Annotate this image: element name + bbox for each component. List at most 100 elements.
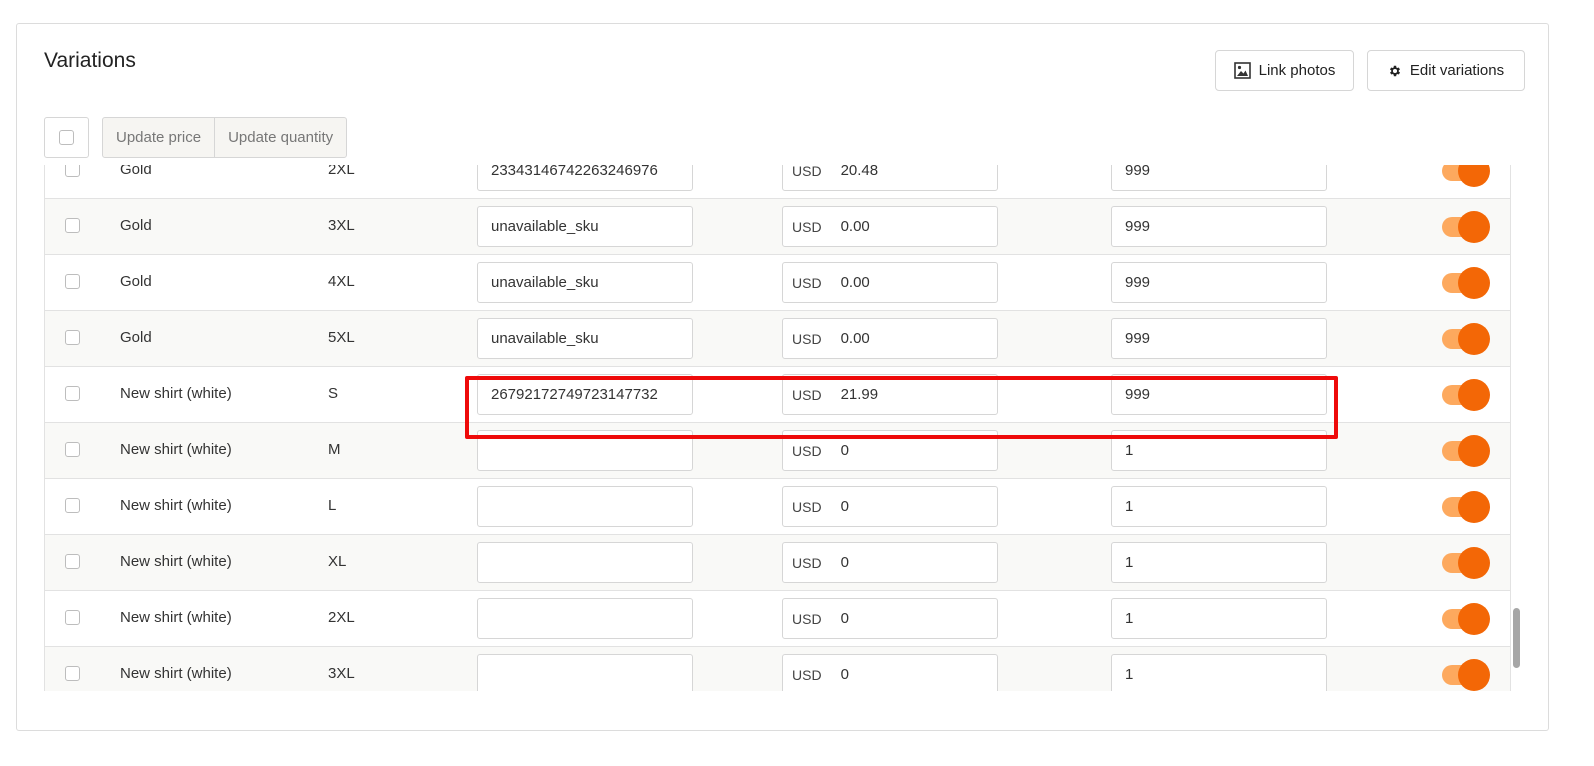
variation-name: Gold (120, 273, 152, 290)
visibility-toggle[interactable] (1442, 211, 1490, 243)
visibility-toggle[interactable] (1442, 435, 1490, 467)
link-photos-label: Link photos (1258, 62, 1336, 79)
link-photos-button[interactable]: Link photos (1215, 50, 1354, 91)
price-input[interactable]: USD 21.99 (782, 374, 998, 415)
sku-input[interactable]: 26792172749723147732 (477, 374, 693, 415)
visibility-toggle[interactable] (1442, 491, 1490, 523)
price-value: 0 (840, 666, 849, 683)
quantity-input[interactable]: 1 (1111, 486, 1327, 527)
variation-name: New shirt (white) (120, 609, 232, 626)
quantity-value: 999 (1125, 274, 1151, 291)
price-input[interactable]: USD 0 (782, 598, 998, 639)
sku-input[interactable] (477, 486, 693, 527)
quantity-input[interactable]: 999 (1111, 206, 1327, 247)
visibility-toggle[interactable] (1442, 165, 1490, 187)
visibility-toggle[interactable] (1442, 603, 1490, 635)
variation-size: 5XL (328, 329, 355, 346)
select-all-checkbox[interactable] (59, 130, 74, 145)
variation-size: M (328, 441, 341, 458)
row-checkbox[interactable] (65, 442, 80, 457)
price-input[interactable]: USD 0.00 (782, 318, 998, 359)
currency-label: USD (792, 274, 822, 291)
quantity-value: 999 (1125, 218, 1151, 235)
sku-input[interactable] (477, 598, 693, 639)
price-input[interactable]: USD 0.00 (782, 262, 998, 303)
row-checkbox[interactable] (65, 274, 80, 289)
visibility-toggle[interactable] (1442, 323, 1490, 355)
table-row: New shirt (white) S 26792172749723147732… (45, 367, 1510, 423)
sku-input[interactable]: unavailable_sku (477, 262, 693, 303)
sku-input[interactable]: unavailable_sku (477, 318, 693, 359)
table-scrollbar[interactable] (1513, 608, 1520, 668)
variation-name: Gold (120, 329, 152, 346)
update-price-button[interactable]: Update price (103, 118, 214, 157)
quantity-input[interactable]: 1 (1111, 430, 1327, 471)
sku-input[interactable] (477, 430, 693, 471)
quantity-input[interactable]: 999 (1111, 262, 1327, 303)
sku-input[interactable] (477, 654, 693, 691)
row-checkbox[interactable] (65, 386, 80, 401)
currency-label: USD (792, 498, 822, 515)
bulk-actions: Update price Update quantity (102, 117, 348, 158)
visibility-toggle[interactable] (1442, 547, 1490, 579)
sku-value: 26792172749723147732 (491, 386, 658, 403)
currency-label: USD (792, 218, 822, 235)
quantity-input[interactable]: 999 (1111, 318, 1327, 359)
sku-input[interactable]: 23343146742263246976 (477, 165, 693, 191)
row-checkbox[interactable] (65, 330, 80, 345)
variation-name: Gold (120, 217, 152, 234)
row-checkbox[interactable] (65, 165, 80, 177)
toggle-knob (1458, 323, 1490, 355)
price-input[interactable]: USD 0 (782, 542, 998, 583)
price-value: 0 (840, 554, 849, 571)
quantity-input[interactable]: 1 (1111, 542, 1327, 583)
quantity-value: 1 (1125, 442, 1134, 459)
price-value: 0.00 (840, 330, 870, 347)
sku-value: unavailable_sku (491, 218, 599, 235)
section-title: Variations (44, 49, 136, 72)
price-input[interactable]: USD 0 (782, 486, 998, 527)
variation-name: New shirt (white) (120, 553, 232, 570)
quantity-input[interactable]: 1 (1111, 598, 1327, 639)
price-value: 0.00 (840, 274, 870, 291)
image-icon (1233, 62, 1251, 79)
row-checkbox[interactable] (65, 610, 80, 625)
variation-name: New shirt (white) (120, 385, 232, 402)
quantity-input[interactable]: 999 (1111, 374, 1327, 415)
variation-size: XL (328, 553, 347, 570)
quantity-value: 1 (1125, 498, 1134, 515)
variation-size: 3XL (328, 665, 355, 682)
variation-size: S (328, 385, 339, 402)
sku-input[interactable] (477, 542, 693, 583)
table-row: Gold 4XL unavailable_sku USD 0.00 999 (45, 255, 1510, 311)
edit-variations-button[interactable]: Edit variations (1367, 50, 1525, 91)
price-value: 0 (840, 442, 849, 459)
price-input[interactable]: USD 20.48 (782, 165, 998, 191)
table-row: New shirt (white) 3XL USD 0 1 (45, 647, 1510, 691)
price-input[interactable]: USD 0 (782, 430, 998, 471)
sku-value: unavailable_sku (491, 274, 599, 291)
quantity-input[interactable]: 1 (1111, 654, 1327, 691)
price-input[interactable]: USD 0.00 (782, 206, 998, 247)
sku-value: 23343146742263246976 (491, 165, 658, 179)
select-all-wrapper (44, 117, 89, 158)
row-checkbox[interactable] (65, 218, 80, 233)
update-quantity-button[interactable]: Update quantity (214, 118, 346, 157)
gear-icon (1388, 64, 1402, 78)
toggle-knob (1458, 267, 1490, 299)
row-checkbox[interactable] (65, 666, 80, 681)
visibility-toggle[interactable] (1442, 267, 1490, 299)
price-value: 20.48 (840, 165, 879, 179)
row-checkbox[interactable] (65, 498, 80, 513)
sku-input[interactable]: unavailable_sku (477, 206, 693, 247)
price-input[interactable]: USD 0 (782, 654, 998, 691)
visibility-toggle[interactable] (1442, 659, 1490, 691)
price-value: 0.00 (840, 218, 870, 235)
variation-name: New shirt (white) (120, 497, 232, 514)
row-checkbox[interactable] (65, 554, 80, 569)
variation-name: New shirt (white) (120, 665, 232, 682)
quantity-input[interactable]: 999 (1111, 165, 1327, 191)
toggle-knob (1458, 547, 1490, 579)
visibility-toggle[interactable] (1442, 379, 1490, 411)
table-row: New shirt (white) XL USD 0 1 (45, 535, 1510, 591)
